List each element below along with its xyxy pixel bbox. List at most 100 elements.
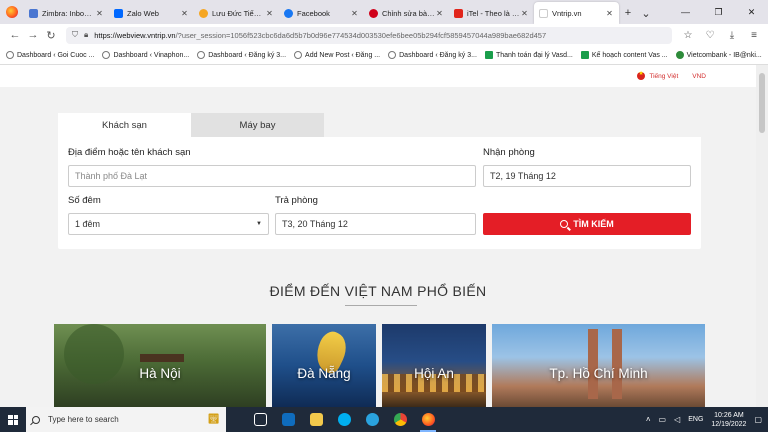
location-input[interactable]: Thành phố Đà Lạt [68, 165, 476, 187]
site-icon [369, 8, 378, 18]
task-view-button[interactable] [246, 407, 274, 432]
browser-tab[interactable]: Chỉnh sửa bài viết ✕ [364, 2, 449, 24]
browser-tab[interactable]: Lưu Đức Tiến - Tà ✕ [194, 2, 279, 24]
bookmark-label: Dashboard ‹ Đăng ký 3... [208, 51, 287, 59]
chrome-button[interactable] [386, 407, 414, 432]
folder-icon [309, 413, 323, 426]
outlook-button[interactable] [274, 407, 302, 432]
bookmark-item[interactable]: Vietcombank - IB@nki... [675, 51, 762, 59]
windows-logo-icon [8, 414, 18, 425]
globe-icon [102, 51, 111, 59]
menu-icon[interactable]: ≡ [746, 27, 762, 43]
input-language[interactable]: ENG [688, 416, 703, 423]
firefox-icon[interactable] [0, 0, 24, 24]
vietnam-flag-icon [637, 70, 646, 80]
network-icon[interactable]: ▭ [659, 415, 667, 424]
bookmark-item[interactable]: Dashboard ‹ Đăng ký 3... [388, 51, 477, 59]
sheets-icon [484, 51, 493, 59]
star-icon[interactable]: ☆ [680, 27, 696, 43]
bookmark-label: Thanh toán đại lý Vasd... [495, 51, 573, 59]
windows-start-button[interactable] [0, 407, 26, 432]
search-button[interactable]: TÌM KIẾM [483, 213, 691, 235]
pocket-icon[interactable]: ♡ [702, 27, 718, 43]
file-explorer-button[interactable] [302, 407, 330, 432]
close-tab-icon[interactable]: ✕ [180, 9, 189, 18]
telegram-button[interactable] [358, 407, 386, 432]
close-tab-icon[interactable]: ✕ [95, 9, 104, 18]
globe-icon [6, 51, 14, 59]
globe-icon [294, 51, 303, 59]
browser-tab[interactable]: iTel - Theo là thích ✕ [449, 2, 534, 24]
caret-down-icon: ▼ [256, 221, 262, 227]
scrollbar-thumb[interactable] [759, 73, 765, 133]
tab-title: iTel - Theo là thích [467, 8, 520, 18]
bookmark-item[interactable]: Add New Post ‹ Đăng ... [294, 51, 380, 59]
currency-selector[interactable]: VND [692, 73, 706, 80]
cathedral-tower-image [588, 329, 598, 399]
nights-label: Số đêm [68, 195, 101, 206]
downloads-icon[interactable]: ⤓ [724, 27, 740, 43]
url-host: https://webview.vntrip.vn [94, 30, 176, 40]
reload-icon[interactable]: ↻ [42, 26, 60, 44]
tab-title: Zalo Web [127, 8, 159, 18]
close-tab-icon[interactable]: ✕ [435, 9, 444, 18]
outlook-icon [281, 413, 295, 426]
page-scrollbar[interactable] [756, 65, 768, 407]
checkout-input[interactable]: T3, 20 Tháng 12 [275, 213, 476, 235]
checkin-input[interactable]: T2, 19 Tháng 12 [483, 165, 691, 187]
address-bar[interactable]: ⛉ 🔒︎ https://webview.vntrip.vn /?user_se… [66, 26, 672, 44]
notification-icon[interactable]: ▢ [754, 415, 762, 424]
browser-tab[interactable]: Zalo Web ✕ [109, 2, 194, 24]
browser-tab[interactable]: Zimbra: Inbox (5) ✕ [24, 2, 109, 24]
close-tab-icon[interactable]: ✕ [520, 9, 529, 18]
close-tab-icon[interactable]: ✕ [350, 9, 359, 18]
destination-card-hanoi[interactable]: Hà Nội [54, 324, 266, 407]
zalo-icon [114, 8, 123, 18]
bookmark-item[interactable]: Dashboard ‹ Goi Cuoc ... [6, 51, 94, 59]
search-tabs: Khách sạn Máy bay [58, 113, 324, 137]
chevron-down-icon[interactable]: ⌄ [637, 2, 655, 24]
clock-time: 10:26 AM [714, 411, 744, 419]
volume-icon[interactable]: ◁ [674, 415, 680, 424]
skype-icon [337, 413, 351, 426]
pagoda-image [140, 354, 184, 362]
tab-title: Facebook [297, 8, 330, 18]
back-icon[interactable]: ← [6, 26, 24, 44]
language-selector[interactable]: Tiếng Việt [637, 70, 678, 80]
taskbar-search[interactable]: Type here to search 🕎︎ [26, 407, 226, 432]
forward-icon[interactable]: → [24, 26, 42, 44]
search-button-label: TÌM KIẾM [573, 219, 614, 229]
browser-tab-active[interactable]: Vntrip.vn ✕ [534, 2, 619, 24]
clock[interactable]: 10:26 AM 12/19/2022 [711, 411, 746, 429]
skype-button[interactable] [330, 407, 358, 432]
bookmark-item[interactable]: Dashboard ‹ Đăng ký 3... [197, 51, 286, 59]
site-icon [199, 8, 208, 18]
destination-card-danang[interactable]: Đà Nẵng [272, 324, 376, 407]
close-tab-icon[interactable]: ✕ [265, 9, 274, 18]
checkin-label: Nhận phòng [483, 147, 535, 158]
section-divider [345, 305, 417, 306]
close-window-icon[interactable]: ✕ [735, 0, 768, 24]
minimize-icon[interactable]: — [669, 0, 702, 24]
bookmark-item[interactable]: Thanh toán đại lý Vasd... [484, 51, 573, 59]
browser-tab-bar: Zimbra: Inbox (5) ✕ Zalo Web ✕ Lưu Đức T… [0, 0, 768, 24]
bookmark-label: Dashboard ‹ Vinaphon... [113, 51, 190, 59]
telegram-icon [365, 413, 379, 426]
close-tab-icon[interactable]: ✕ [605, 9, 614, 18]
firefox-button[interactable] [414, 407, 442, 432]
chevron-up-icon[interactable]: ˄ [646, 415, 651, 424]
bookmark-item[interactable]: Dashboard ‹ Vinaphon... [102, 51, 189, 59]
tab-hotel[interactable]: Khách sạn [58, 113, 191, 137]
tab-title: Chỉnh sửa bài viết [382, 8, 435, 18]
tab-flight[interactable]: Máy bay [191, 113, 324, 137]
destination-card-hoian[interactable]: Hội An [382, 324, 486, 407]
search-icon [560, 220, 569, 228]
search-icon [32, 415, 40, 424]
restore-icon[interactable]: ❐ [702, 0, 735, 24]
destination-card-hcm[interactable]: Tp. Hồ Chí Minh [492, 324, 705, 407]
zimbra-icon [29, 8, 38, 18]
bookmark-item[interactable]: Kế hoạch content Vas ... [580, 51, 668, 59]
new-tab-button[interactable]: + [619, 2, 637, 24]
browser-tab[interactable]: Facebook ✕ [279, 2, 364, 24]
nights-select[interactable]: 1 đêm ▼ [68, 213, 269, 235]
